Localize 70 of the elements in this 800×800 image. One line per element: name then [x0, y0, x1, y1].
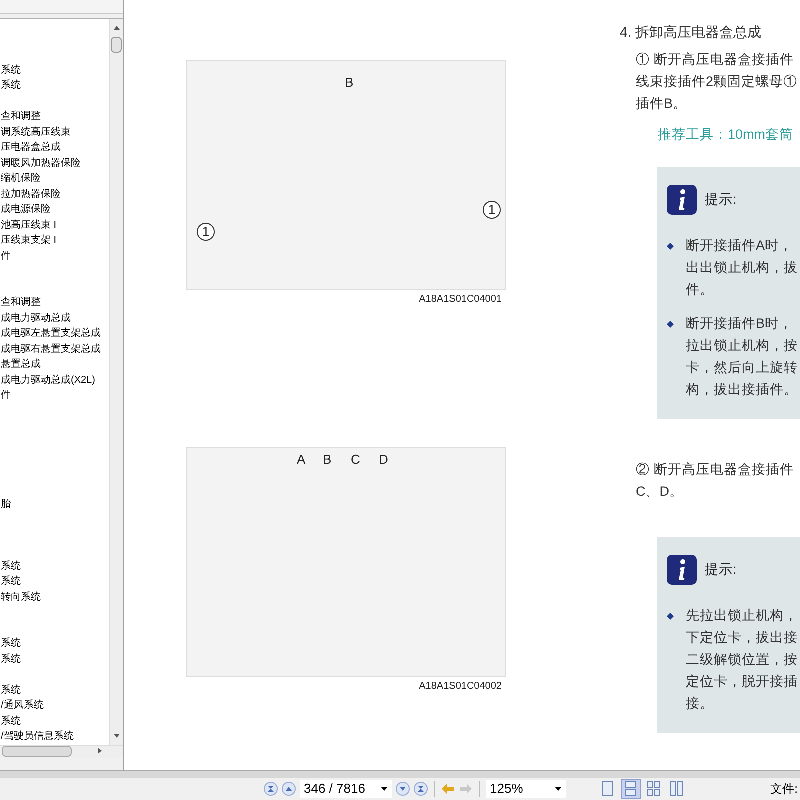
bullet-icon: [667, 321, 674, 328]
callout-label: A: [297, 451, 306, 469]
callout-label: D: [379, 451, 388, 469]
vertical-scrollbar[interactable]: [109, 18, 123, 745]
tip-title: 提示:: [705, 191, 737, 210]
tree-item[interactable]: 系统: [0, 78, 109, 94]
tip-text: 断开接插件B时， 拉出锁止机构，按 卡，然后向上旋转 构，拔出接插件。: [686, 315, 798, 400]
tip-text: 先拉出锁止机构， 下定位卡，拔出接 二级解锁位置，按 定位卡，脱开接插 接。: [686, 607, 798, 714]
scroll-thumb[interactable]: [2, 746, 72, 757]
callout-label: 1: [483, 201, 501, 219]
tree-item[interactable]: 成电力驱动总成: [0, 310, 109, 326]
continuous-view-icon[interactable]: [621, 779, 641, 799]
tree-item[interactable]: 成电驱右悬置支架总成: [0, 342, 109, 358]
tree-item[interactable]: /通风系统: [0, 698, 109, 714]
tree-item[interactable]: 系统: [0, 636, 109, 652]
tree-item[interactable]: 系统: [0, 714, 109, 730]
callout-label: B: [323, 451, 332, 469]
first-page-icon[interactable]: [264, 782, 278, 796]
info-icon: [667, 185, 697, 216]
tree-item[interactable]: 拉加热器保险: [0, 186, 109, 202]
tree-item[interactable]: 成电力驱动总成(X2L): [0, 372, 109, 388]
dropdown-caret-icon: [555, 787, 562, 791]
tool-recommendation: 推荐工具：10mm套筒: [657, 126, 795, 144]
section-heading: 4. 拆卸高压电器盒总成: [620, 23, 763, 42]
scroll-thumb[interactable]: [111, 36, 122, 53]
scroll-right-icon[interactable]: [97, 747, 103, 756]
callout-label: C: [351, 451, 360, 469]
bullet-icon: [667, 243, 674, 250]
tree-item[interactable]: 查和调整: [0, 295, 109, 311]
tree-item[interactable]: 件: [0, 248, 109, 264]
tree-item[interactable]: 系统: [0, 558, 109, 574]
status-label: 文件:: [770, 781, 798, 798]
tree-item[interactable]: 调暖风加热器保险: [0, 156, 109, 172]
last-page-icon[interactable]: [414, 782, 428, 796]
tree-item[interactable]: 压电器盒总成: [0, 140, 109, 156]
tree-item[interactable]: 系统: [0, 682, 109, 698]
step-paragraph: ① 断开高压电器盒接插件 线束接插件2颗固定螺母① 插件B。: [635, 51, 799, 113]
tree-item[interactable]: 缩机保险: [0, 171, 109, 187]
page-number-field[interactable]: 346 / 7816: [300, 780, 392, 798]
scroll-down-icon[interactable]: [112, 732, 120, 739]
tree-item[interactable]: 胎: [0, 496, 109, 512]
tree-item[interactable]: 压线束支架 I: [0, 233, 109, 249]
tree-item[interactable]: 成电驱左悬置支架总成: [0, 326, 109, 342]
figure-code: A18A1S01C04001: [419, 293, 502, 307]
bullet-icon: [667, 613, 674, 620]
tree-item[interactable]: 成电源保险: [0, 202, 109, 218]
zoom-field[interactable]: 125%: [486, 780, 566, 798]
tree-item[interactable]: 悬置总成: [0, 357, 109, 373]
figure-code: A18A1S01C04002: [419, 680, 502, 694]
tree-item[interactable]: 转向系统: [0, 590, 109, 606]
dropdown-caret-icon: [381, 787, 388, 791]
horizontal-scrollbar[interactable]: [0, 744, 123, 757]
tree-item[interactable]: 系统: [0, 62, 109, 78]
callout-label: B: [345, 74, 354, 92]
next-page-icon[interactable]: [396, 782, 410, 796]
tree-item[interactable]: 系统: [0, 574, 109, 590]
tree-item[interactable]: 查和调整: [0, 109, 109, 125]
tip-title: 提示:: [705, 561, 737, 580]
tree-item[interactable]: 调系统高压线束: [0, 124, 109, 140]
tree-item[interactable]: /驾驶员信息系统: [0, 729, 109, 745]
tree-item[interactable]: 系统: [0, 652, 109, 668]
step-paragraph: ② 断开高压电器盒接插件 C、D。: [635, 461, 795, 502]
tree-item[interactable]: 池高压线束 I: [0, 218, 109, 234]
back-arrow-icon[interactable]: [441, 783, 455, 795]
previous-page-icon[interactable]: [282, 782, 296, 796]
tip-text: 断开接插件A时， 出出锁止机构，拔 件。: [686, 237, 798, 300]
info-icon: [667, 555, 697, 586]
scroll-up-icon[interactable]: [112, 24, 120, 31]
callout-label: 1: [197, 223, 215, 241]
tree-item[interactable]: 件: [0, 388, 109, 404]
